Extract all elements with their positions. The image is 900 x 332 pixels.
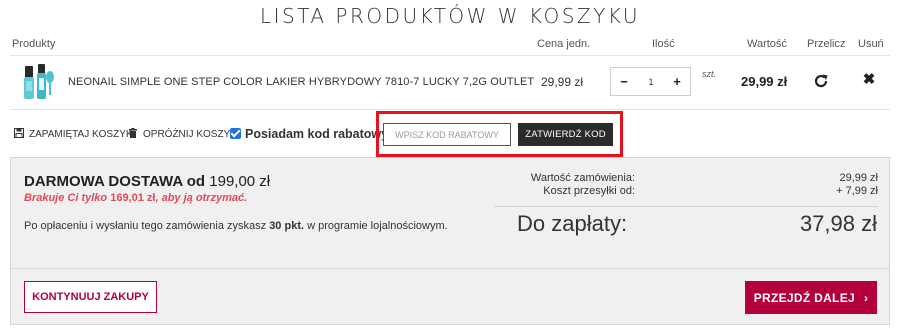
- unit-price: 29,99 zł: [541, 75, 584, 89]
- total-label: Do zapłaty:: [517, 211, 628, 236]
- loyalty-prefix: Po opłaceniu i wysłaniu tego zamówienia …: [24, 220, 267, 232]
- proceed-button[interactable]: PRZEJDŹ DALEJ ›: [745, 281, 877, 314]
- save-cart-button[interactable]: ZAPAMIĘTAJ KOSZYK: [14, 128, 133, 140]
- checkbox-checked-icon[interactable]: [230, 128, 241, 139]
- quantity-stepper: − +: [610, 67, 691, 96]
- loyalty-suffix: w programie lojalnościowym.: [307, 220, 448, 232]
- header-remove: Usuń: [858, 38, 884, 50]
- chevron-right-icon: ›: [863, 290, 869, 305]
- empty-cart-label: OPRÓŻNIJ KOSZYK: [143, 129, 237, 140]
- summary-separator: [11, 268, 889, 269]
- header-quantity: Ilość: [652, 38, 675, 50]
- continue-shopping-button[interactable]: KONTYNUUJ ZAKUPY: [24, 281, 157, 313]
- has-coupon-checkbox[interactable]: Posiadam kod rabatowy: [230, 127, 388, 141]
- refresh-icon[interactable]: [813, 73, 829, 89]
- save-cart-label: ZAPAMIĘTAJ KOSZYK: [29, 129, 133, 140]
- order-summary: DARMOWA DOSTAWA od 199,00 zł Brakuje Ci …: [10, 157, 890, 325]
- save-icon: [14, 128, 24, 138]
- empty-cart-button[interactable]: OPRÓŻNIJ KOSZYK: [128, 128, 237, 140]
- free-shipping-amount: 199,00 zł: [209, 173, 271, 190]
- free-shipping-label: DARMOWA DOSTAWA od: [24, 173, 206, 190]
- cart-table-header: Produkty Cena jedn. Ilość Wartość Przeli…: [10, 38, 890, 55]
- header-recalculate: Przelicz: [807, 38, 846, 50]
- product-name[interactable]: NEONAIL SIMPLE ONE STEP COLOR LAKIER HYB…: [68, 76, 534, 88]
- confirm-code-button[interactable]: ZATWIERDŹ KOD: [518, 123, 613, 146]
- has-coupon-label: Posiadam kod rabatowy: [245, 127, 389, 141]
- product-bottle-icon[interactable]: [22, 63, 56, 101]
- missing-amount-text: Brakuje Ci tylko 169,01 zł, aby ją otrzy…: [24, 192, 247, 204]
- loyalty-points: 30 pkt.: [269, 220, 305, 232]
- coupon-code-input[interactable]: [383, 123, 511, 146]
- proceed-label: PRZEJDŹ DALEJ: [753, 290, 855, 305]
- header-value: Wartość: [747, 38, 787, 50]
- quantity-input[interactable]: [637, 73, 665, 90]
- total-value: 37,98 zł: [799, 211, 877, 236]
- header-products: Produkty: [12, 38, 56, 50]
- summary-divider: [494, 206, 878, 207]
- missing-amount: 169,01 zł: [110, 192, 156, 204]
- divider: [10, 109, 890, 110]
- trash-icon: [129, 128, 137, 138]
- loyalty-info: Po opłaceniu i wysłaniu tego zamówienia …: [24, 220, 448, 232]
- item-value: 29,99 zł: [741, 74, 788, 89]
- cart-item-row: NEONAIL SIMPLE ONE STEP COLOR LAKIER HYB…: [10, 56, 890, 108]
- order-value-label: Wartość zamówienia:: [530, 172, 635, 184]
- quantity-unit: szt.: [702, 69, 717, 79]
- quantity-decrease-button[interactable]: −: [617, 74, 631, 89]
- missing-suffix: , aby ją otrzymać.: [155, 192, 248, 204]
- shipping-label: Koszt przesyłki od:: [543, 185, 635, 197]
- close-icon[interactable]: ✖: [861, 72, 877, 88]
- header-unit-price: Cena jedn.: [537, 38, 591, 50]
- order-value: 29,99 zł: [839, 172, 878, 184]
- missing-prefix: Brakuje Ci tylko: [24, 192, 108, 204]
- quantity-increase-button[interactable]: +: [670, 74, 684, 89]
- page-title: LISTA PRODUKTÓW W KOSZYKU: [259, 4, 641, 28]
- shipping-value: + 7,99 zł: [836, 185, 878, 197]
- free-shipping-title: DARMOWA DOSTAWA od 199,00 zł: [24, 173, 270, 190]
